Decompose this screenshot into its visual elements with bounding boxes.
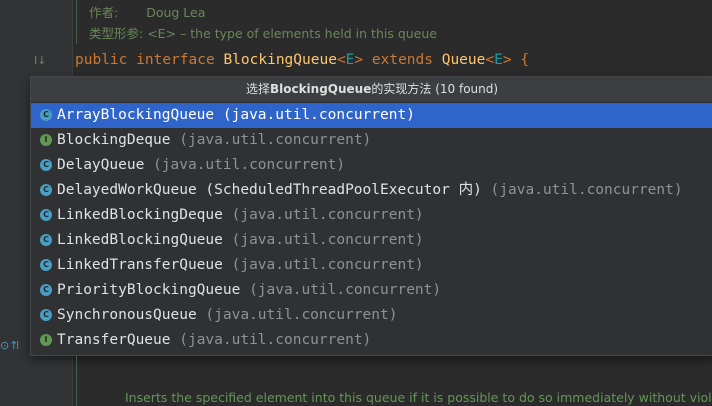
class-icon: C: [40, 309, 52, 321]
super-type-parameter: E: [494, 52, 503, 68]
implementation-item[interactable]: I BlockingDeque (java.util.concurrent): [31, 128, 712, 153]
implementation-name: PriorityBlockingQueue: [57, 282, 241, 298]
super-tparam-open: <: [485, 52, 495, 68]
popup-title-count: (10 found): [431, 82, 499, 96]
keyword-public: public: [75, 52, 128, 68]
doc-typeparam-line: 类型形参: <E> – the type of elements held in…: [89, 23, 437, 42]
class-icon: C: [40, 159, 52, 171]
doc-author-line: 作者: Doug Lea: [89, 2, 205, 21]
implementations-popup[interactable]: 选择BlockingQueue的实现方法 (10 found) C ArrayBl…: [30, 76, 712, 356]
popup-title: 选择BlockingQueue的实现方法 (10 found): [31, 77, 712, 103]
implementation-item[interactable]: C DelayQueue (java.util.concurrent): [31, 153, 712, 178]
implementation-package: (java.util.concurrent): [153, 157, 346, 173]
method-doc-comment: Inserts the specified element into this …: [125, 390, 712, 405]
tparam-close: >: [354, 52, 364, 68]
keyword-interface: interface: [136, 52, 215, 68]
implementation-item[interactable]: C SynchronousQueue (java.util.concurrent): [31, 303, 712, 328]
class-icon: C: [40, 184, 52, 196]
popup-title-suffix: 的实现方法: [371, 82, 432, 96]
implementation-name: TransferQueue: [57, 332, 171, 348]
popup-title-prefix: 选择: [245, 82, 270, 96]
implementation-item[interactable]: C LinkedBlockingDeque (java.util.concurre…: [31, 203, 712, 228]
popup-title-subject: BlockingQueue: [269, 82, 372, 96]
implementation-package: (java.util.concurrent): [231, 207, 424, 223]
class-icon: C: [40, 259, 52, 271]
keyword-extends: extends: [371, 52, 433, 68]
implementation-item[interactable]: C ArrayBlockingQueue (java.util.concurren…: [31, 103, 712, 128]
implementation-name: BlockingDeque: [57, 132, 171, 148]
tparam-open: <: [336, 52, 346, 68]
implementation-package: (java.util.concurrent): [205, 307, 398, 323]
implementation-name: LinkedTransferQueue: [57, 257, 223, 273]
implementation-item[interactable]: C PriorityBlockingQueue (java.util.concur…: [31, 278, 712, 303]
implementation-name: LinkedBlockingDeque: [57, 207, 223, 223]
doc-comment-border: [76, 356, 77, 406]
implemented-down-arrow-icon[interactable]: I↓: [34, 55, 46, 67]
implementation-package: (java.util.concurrent): [490, 182, 683, 198]
interface-icon: I: [40, 134, 52, 146]
implements-gutter-icon[interactable]: I: [16, 340, 19, 352]
implementation-item[interactable]: C DelayedWorkQueue (ScheduledThreadPoolEx…: [31, 178, 712, 203]
implementation-name: LinkedBlockingQueue: [57, 232, 223, 248]
doc-comment: 作者: Doug Lea 类型形参: <E> – the type of ele…: [76, 0, 712, 44]
implementation-package: (java.util.concurrent): [222, 107, 415, 123]
class-icon: C: [40, 109, 52, 121]
doc-typeparam-label: 类型形参:: [89, 26, 144, 41]
implementation-name: SynchronousQueue: [57, 307, 197, 323]
implementation-item[interactable]: I TransferQueue (java.util.concurrent): [31, 328, 712, 353]
implementation-package: (java.util.concurrent): [231, 232, 424, 248]
implementation-name: ArrayBlockingQueue: [57, 107, 215, 123]
doc-author-label: 作者:: [89, 5, 119, 20]
doc-author-value: Doug Lea: [146, 5, 206, 20]
code-line-interface-declaration[interactable]: public interface BlockingQueue<E> extend…: [75, 49, 529, 71]
interface-name[interactable]: BlockingQueue: [223, 52, 337, 68]
implementation-name: DelayQueue: [57, 157, 145, 173]
implementation-package: (java.util.concurrent): [249, 282, 442, 298]
implementation-item[interactable]: C LinkedTransferQueue (java.util.concurre…: [31, 253, 712, 278]
implementation-name: DelayedWorkQueue (ScheduledThreadPoolExe…: [57, 182, 482, 198]
class-icon: C: [40, 284, 52, 296]
implementation-package: (java.util.concurrent): [179, 332, 372, 348]
class-icon: C: [40, 234, 52, 246]
interface-icon: I: [40, 334, 52, 346]
super-tparam-close: >: [502, 52, 512, 68]
class-icon: C: [40, 209, 52, 221]
super-interface-name[interactable]: Queue: [442, 52, 486, 68]
open-brace: {: [520, 52, 530, 68]
implementation-item[interactable]: C LinkedBlockingQueue (java.util.concurre…: [31, 228, 712, 253]
doc-typeparam-value: <E> – the type of elements held in this …: [147, 26, 437, 41]
implementations-list[interactable]: C ArrayBlockingQueue (java.util.concurren…: [31, 103, 712, 353]
implementation-package: (java.util.concurrent): [231, 257, 424, 273]
implementation-package: (java.util.concurrent): [179, 132, 372, 148]
